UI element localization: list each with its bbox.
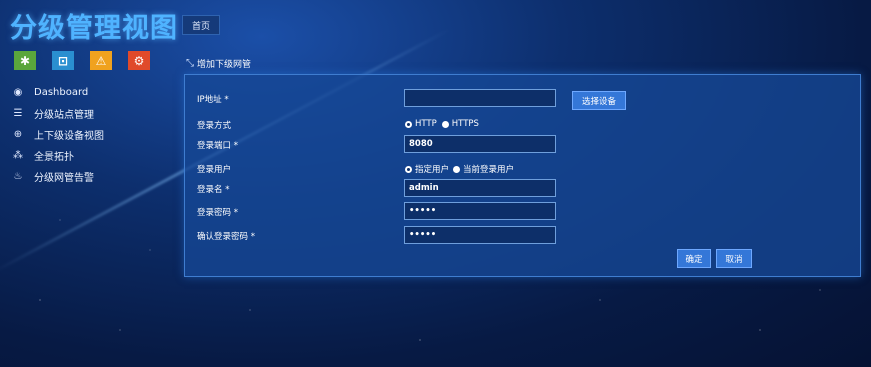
specified-user-label: 指定用户 <box>415 165 450 175</box>
sidebar-menu: ◉ Dashboard ☰ 分级站点管理 ⊕ 上下级设备视图 ⁂ 全景拓扑 ♨ … <box>12 82 104 187</box>
sidebar-item-label: Dashboard <box>34 86 89 98</box>
https-label: HTTPS <box>451 119 479 129</box>
ip-label: IP地址 * <box>197 95 229 105</box>
sidebar-item-label: 分级网管告警 <box>34 172 94 184</box>
select-device-button[interactable]: 选择设备 <box>572 91 626 110</box>
current-user-radio[interactable] <box>453 165 461 173</box>
sidebar-item-label: 分级站点管理 <box>34 109 94 121</box>
breadcrumb-label: 增加下级网管 <box>197 60 252 70</box>
sidebar-item-topology[interactable]: ⁂ 全景拓扑 <box>12 145 104 165</box>
password-input[interactable]: ••••• <box>404 202 556 220</box>
list-icon: ☰ <box>13 107 23 119</box>
sidebar-item-device-view[interactable]: ⊕ 上下级设备视图 <box>12 124 104 144</box>
network-icon[interactable]: ⊡ <box>52 51 74 70</box>
cogs-icon[interactable]: ⚙ <box>128 51 150 70</box>
confirm-password-label: 确认登录密码 * <box>197 232 255 242</box>
login-method-group: HTTP HTTPS <box>405 119 479 129</box>
asterisk-icon[interactable]: ✱ <box>14 51 36 70</box>
username-input[interactable]: admin <box>404 179 556 197</box>
alarm-icon: ♨ <box>13 170 23 182</box>
sidebar-item-label: 全景拓扑 <box>34 151 74 163</box>
http-label: HTTP <box>415 119 437 129</box>
sidebar-item-label: 上下级设备视图 <box>34 130 104 142</box>
dashboard-icon: ◉ <box>13 86 23 98</box>
username-label: 登录名 * <box>197 185 230 195</box>
globe-icon: ⊕ <box>13 128 23 140</box>
app-title: 分级管理视图 <box>10 13 178 44</box>
topology-icon: ⁂ <box>13 149 23 161</box>
login-method-label: 登录方式 <box>197 121 232 131</box>
sidebar-item-alarm[interactable]: ♨ 分级网管告警 <box>12 166 104 186</box>
login-user-group: 指定用户 当前登录用户 <box>405 163 514 175</box>
quick-toolbar: ✱ ⊡ ⚠ ⚙ <box>14 51 150 70</box>
specified-user-radio[interactable] <box>405 165 412 173</box>
cancel-button[interactable]: 取消 <box>716 249 752 268</box>
tab-home[interactable]: 首页 <box>182 15 220 35</box>
confirm-password-input[interactable]: ••••• <box>404 226 556 244</box>
login-user-label: 登录用户 <box>197 165 232 175</box>
port-label: 登录端口 * <box>197 141 238 151</box>
ip-input[interactable] <box>404 89 556 107</box>
http-radio[interactable] <box>405 120 412 128</box>
password-label: 登录密码 * <box>197 208 238 218</box>
sidebar-item-site-management[interactable]: ☰ 分级站点管理 <box>12 103 104 123</box>
ok-button[interactable]: 确定 <box>677 249 711 268</box>
sidebar-item-dashboard[interactable]: ◉ Dashboard <box>12 82 104 102</box>
expand-icon: ⤡ <box>186 58 194 69</box>
current-user-label: 当前登录用户 <box>463 165 515 175</box>
port-input[interactable]: 8080 <box>404 135 556 153</box>
warning-icon[interactable]: ⚠ <box>90 51 112 70</box>
breadcrumb: ⤡ 增加下级网管 <box>186 57 251 70</box>
add-subordinate-form: IP地址 * 选择设备 登录方式 HTTP HTTPS 登录端口 * 8080 … <box>184 74 861 277</box>
https-radio[interactable] <box>441 120 449 128</box>
